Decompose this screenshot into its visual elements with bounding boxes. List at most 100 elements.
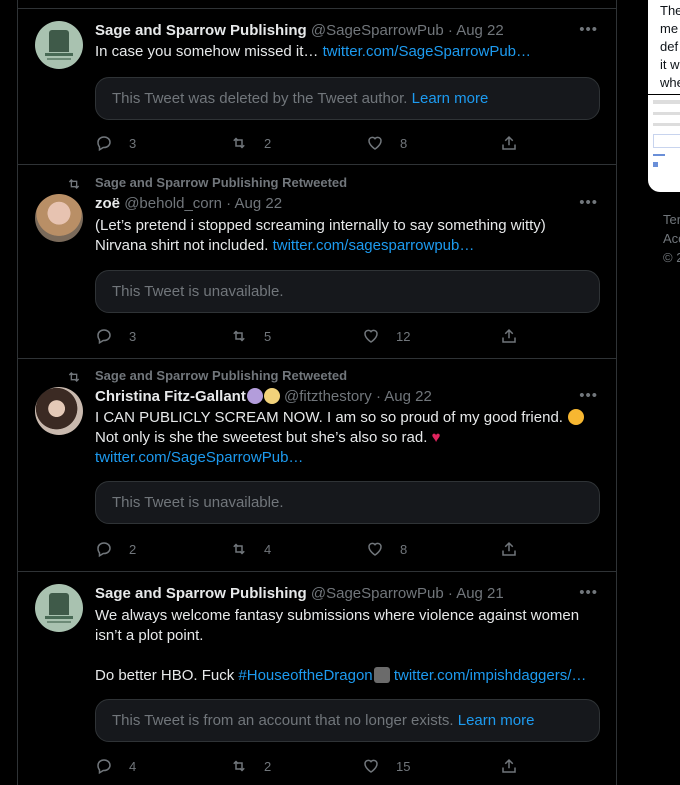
tweet-text-line: Not only is she the sweetest but she’s a… — [95, 429, 432, 446]
hashtag-link[interactable]: #HouseoftheDragon — [238, 667, 372, 684]
divider — [648, 94, 680, 95]
more-icon[interactable]: ••• — [579, 387, 598, 404]
share-button[interactable] — [500, 133, 518, 153]
reply-button[interactable]: 3 — [95, 133, 136, 153]
avatar[interactable] — [35, 584, 83, 632]
share-button[interactable] — [500, 539, 518, 559]
share-icon — [502, 758, 516, 773]
share-button[interactable] — [500, 756, 518, 776]
sidebar-card[interactable]: The me def it w whe — [648, 0, 680, 192]
quote-text: This Tweet is from an account that no lo… — [112, 712, 454, 729]
learn-more-link[interactable]: Learn more — [458, 712, 535, 729]
tweet-link[interactable]: twitter.com/impishdaggers/… — [394, 667, 587, 684]
retweet-icon — [233, 543, 245, 555]
reply-button[interactable]: 4 — [95, 756, 136, 776]
tweet-text: (Let’s pretend i stopped screaming inter… — [95, 216, 600, 256]
retweet-icon — [233, 330, 245, 342]
learn-more-link[interactable]: Learn more — [412, 90, 489, 107]
more-icon[interactable]: ••• — [579, 584, 598, 601]
reply-count: 3 — [129, 328, 137, 344]
display-name[interactable]: Sage and Sparrow Publishing — [95, 585, 307, 602]
tweet[interactable]: Sage and Sparrow Publishing @SageSparrow… — [18, 9, 616, 165]
avatar[interactable] — [35, 194, 83, 242]
like-button[interactable]: 8 — [366, 133, 407, 153]
handle[interactable]: @SageSparrowPub — [311, 585, 444, 602]
tweet-link[interactable]: twitter.com/SageSparrowPub… — [95, 448, 600, 468]
tweet-link[interactable]: twitter.com/sagesparrowpub… — [273, 237, 475, 254]
more-icon[interactable]: ••• — [579, 21, 598, 38]
retweet-count: 2 — [264, 758, 272, 774]
quoted-tweet[interactable]: This Tweet is from an account that no lo… — [95, 699, 600, 742]
retweet-count: 5 — [264, 328, 272, 344]
retweet-count: 4 — [264, 541, 272, 557]
retweet-icon — [68, 372, 80, 382]
tweet-actions: 2 4 8 — [95, 539, 535, 559]
quoted-tweet[interactable]: This Tweet was deleted by the Tweet auth… — [95, 77, 600, 120]
retweeted-by-label[interactable]: Sage and Sparrow Publishing Retweeted — [95, 368, 347, 384]
tweet[interactable]: Sage and Sparrow Publishing @SageSparrow… — [18, 572, 616, 785]
handle[interactable]: @fitzthestory — [284, 388, 372, 405]
timestamp[interactable]: · Aug 22 — [226, 195, 282, 212]
timestamp[interactable]: · Aug 22 — [448, 22, 504, 39]
timestamp[interactable]: · Aug 21 — [448, 585, 504, 602]
retweet-count: 2 — [264, 135, 272, 151]
like-count: 12 — [396, 328, 411, 344]
display-name[interactable]: Christina Fitz-Gallant — [95, 388, 246, 405]
avatar[interactable] — [35, 21, 83, 69]
heart-icon — [364, 329, 378, 343]
card-preview — [653, 100, 680, 167]
quoted-tweet[interactable]: This Tweet is unavailable. — [95, 270, 600, 313]
like-button[interactable]: 8 — [366, 539, 407, 559]
retweet-icon — [233, 137, 245, 149]
like-button[interactable]: 15 — [362, 756, 410, 776]
footer-copyright: © 2 — [663, 250, 680, 265]
handle[interactable]: @behold_corn — [124, 195, 222, 212]
like-count: 8 — [400, 135, 408, 151]
handle[interactable]: @SageSparrowPub — [311, 22, 444, 39]
reply-count: 4 — [129, 758, 137, 774]
tweet-text-line: isn’t a plot point. — [95, 627, 204, 644]
retweet-icon — [68, 179, 80, 189]
display-name[interactable]: zoë — [95, 195, 120, 212]
timestamp[interactable]: · Aug 22 — [376, 388, 432, 405]
quoted-tweet[interactable]: This Tweet is unavailable. — [95, 481, 600, 524]
hug-emoji-icon — [568, 409, 585, 425]
footer-link[interactable]: Acc — [663, 229, 680, 248]
retweet-button[interactable]: 4 — [230, 539, 271, 559]
like-button[interactable]: 12 — [362, 326, 410, 346]
heart-icon — [368, 136, 382, 150]
tweet-text-line: In case you somehow missed it… — [95, 43, 323, 60]
retweeted-by-label[interactable]: Sage and Sparrow Publishing Retweeted — [95, 175, 347, 191]
tweet-text: I CAN PUBLICLY SCREAM NOW. I am so so pr… — [95, 408, 600, 468]
reply-button[interactable]: 3 — [95, 326, 136, 346]
tweet-header: Sage and Sparrow Publishing @SageSparrow… — [95, 21, 504, 41]
reply-button[interactable]: 2 — [95, 539, 136, 559]
crystal-ball-emoji-icon — [246, 388, 263, 404]
tweet-text-line: Do better HBO. Fuck — [95, 667, 239, 684]
retweet-button[interactable]: 2 — [230, 756, 271, 776]
retweet-button[interactable]: 2 — [230, 133, 271, 153]
tweet-header: Christina Fitz-Gallant @fitzthestory · A… — [95, 387, 432, 407]
share-icon — [502, 541, 516, 556]
tweet-actions: 3 2 8 — [95, 133, 535, 153]
sidebar-footer: Ter Acc © 2 — [663, 210, 680, 267]
share-button[interactable] — [500, 326, 518, 346]
tweet-text-line: I CAN PUBLICLY SCREAM NOW. I am so so pr… — [95, 409, 568, 426]
reply-count: 2 — [129, 541, 137, 557]
display-name[interactable]: Sage and Sparrow Publishing — [95, 22, 307, 39]
footer-link[interactable]: Ter — [663, 210, 680, 229]
tweet-text: We always welcome fantasy submissions wh… — [95, 606, 600, 686]
tweet-link[interactable]: twitter.com/SageSparrowPub… — [323, 43, 531, 60]
heart-emoji-icon: ♥ — [431, 429, 441, 446]
tweet-actions: 4 2 15 — [95, 756, 535, 776]
tweet-text-line: (Let’s pretend i stopped screaming inter… — [95, 217, 546, 234]
tweet[interactable]: Sage and Sparrow Publishing Retweeted zo… — [18, 165, 616, 359]
retweet-button[interactable]: 5 — [230, 326, 271, 346]
avatar[interactable] — [35, 387, 83, 435]
moon-emoji-icon — [263, 388, 280, 404]
tweet[interactable]: Sage and Sparrow Publishing Retweeted Ch… — [18, 359, 616, 572]
quote-text: This Tweet was deleted by the Tweet auth… — [112, 90, 408, 107]
card-line: The — [660, 3, 680, 18]
more-icon[interactable]: ••• — [579, 194, 598, 211]
dragon-emoji-icon — [373, 667, 390, 683]
